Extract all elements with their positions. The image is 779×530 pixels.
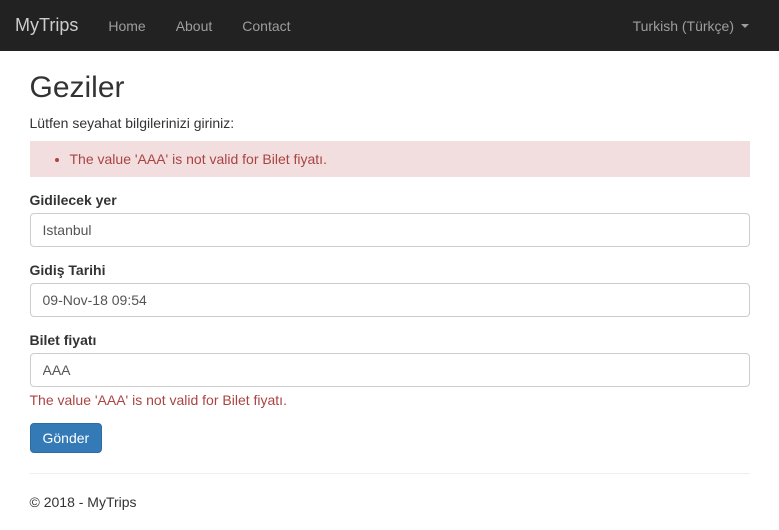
form-group-leaving-date: Gidiş Tarihi	[30, 262, 750, 317]
destination-label: Gidilecek yer	[30, 192, 750, 208]
destination-input[interactable]	[30, 213, 750, 247]
language-label: Turkish (Türkçe)	[633, 18, 734, 34]
form-group-submit: Gönder	[30, 423, 750, 453]
navbar: MyTrips Home About Contact Turkish (Türk…	[0, 0, 779, 51]
form-group-ticket-price: Bilet fiyatı The value 'AAA' is not vali…	[30, 332, 750, 408]
ticket-price-error: The value 'AAA' is not valid for Bilet f…	[30, 392, 750, 408]
leaving-date-input[interactable]	[30, 283, 750, 317]
page-subtitle: Lütfen seyahat bilgilerinizi giriniz:	[30, 115, 750, 131]
page-title: Geziler	[30, 71, 750, 105]
validation-summary: The value 'AAA' is not valid for Bilet f…	[30, 141, 750, 177]
nav-about[interactable]: About	[161, 3, 228, 49]
submit-button[interactable]: Gönder	[30, 423, 103, 453]
form-group-destination: Gidilecek yer	[30, 192, 750, 247]
footer-text: © 2018 - MyTrips	[30, 494, 750, 510]
nav-home[interactable]: Home	[93, 3, 160, 49]
leaving-date-label: Gidiş Tarihi	[30, 262, 750, 278]
language-dropdown[interactable]: Turkish (Türkçe)	[618, 3, 764, 49]
main-container: Geziler Lütfen seyahat bilgilerinizi gir…	[15, 71, 765, 530]
divider	[30, 473, 750, 474]
brand-link[interactable]: MyTrips	[15, 0, 93, 51]
navbar-right: Turkish (Türkçe)	[618, 3, 764, 49]
validation-error-item: The value 'AAA' is not valid for Bilet f…	[70, 149, 740, 169]
chevron-down-icon	[741, 24, 749, 28]
nav-contact[interactable]: Contact	[227, 3, 305, 49]
ticket-price-input[interactable]	[30, 353, 750, 387]
ticket-price-label: Bilet fiyatı	[30, 332, 750, 348]
navbar-left: MyTrips Home About Contact	[15, 0, 306, 51]
